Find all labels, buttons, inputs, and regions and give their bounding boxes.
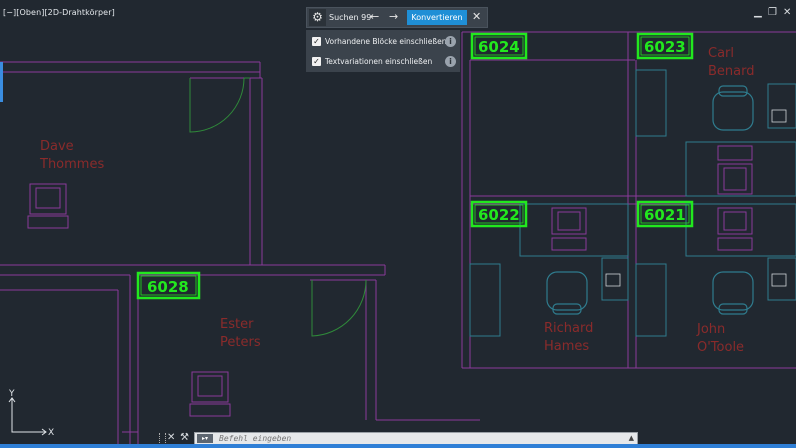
option-existing-blocks[interactable]: ✓ Vorhandene Blöcke einschließen i: [312, 35, 458, 49]
svg-text:6024: 6024: [478, 38, 520, 56]
chairs: [546, 85, 754, 315]
command-prompt-icon[interactable]: ▸▾: [197, 434, 213, 443]
toolbar-close-icon[interactable]: ✕: [472, 9, 481, 25]
checkbox-text-variations[interactable]: ✓: [312, 57, 321, 66]
search-result-label: Suchen 99: [329, 13, 372, 22]
room-tag-6024[interactable]: 6024: [470, 32, 528, 60]
next-arrow-icon[interactable]: →: [389, 10, 398, 24]
status-strip: [0, 444, 796, 448]
room-names: Dave Thommes Carl Benard Ester Peters Ri…: [39, 46, 755, 355]
option-label: Vorhandene Blöcke einschließen: [325, 37, 447, 46]
left-edge-marker: [0, 62, 3, 102]
name-dave-last: Thommes: [39, 157, 104, 172]
wrench-icon[interactable]: ⚒: [180, 431, 189, 445]
svg-text:6023: 6023: [644, 38, 686, 56]
room-tag-6028[interactable]: 6028: [136, 271, 201, 300]
name-carl: Carl: [708, 46, 734, 61]
svg-text:6022: 6022: [478, 206, 520, 224]
info-icon[interactable]: i: [445, 56, 456, 67]
name-john-last: O'Toole: [697, 340, 744, 355]
convert-button[interactable]: Konvertieren: [407, 10, 467, 25]
name-carl-last: Benard: [708, 64, 755, 79]
grip-handle-icon[interactable]: [159, 433, 166, 443]
ucs-y-label: Y: [8, 389, 15, 399]
close-icon[interactable]: ✕: [783, 6, 791, 20]
svg-text:6021: 6021: [644, 206, 686, 224]
room-tag-6022[interactable]: 6022: [470, 200, 528, 228]
room-tag-6023[interactable]: 6023: [636, 32, 694, 60]
find-replace-toolbar: ⚙ Suchen 99 ← → Konvertieren ✕: [306, 7, 488, 28]
restore-icon[interactable]: ❐: [768, 6, 777, 20]
checkbox-existing-blocks[interactable]: ✓: [312, 37, 321, 46]
option-text-variations[interactable]: ✓ Textvariationen einschließen i: [312, 55, 458, 69]
options-panel: ✓ Vorhandene Blöcke einschließen i ✓ Tex…: [306, 30, 460, 72]
gear-icon[interactable]: ⚙: [309, 9, 326, 26]
ucs-x-label: X: [48, 428, 54, 438]
command-input[interactable]: [219, 433, 619, 444]
command-close-icon[interactable]: ✕: [167, 431, 175, 445]
minimize-icon[interactable]: ▁: [754, 6, 762, 20]
viewport-label[interactable]: [−][Oben][2D-Drahtkörper]: [3, 8, 115, 17]
name-john: John: [696, 322, 725, 337]
name-richard-last: Hames: [544, 339, 589, 354]
room-tag-6021[interactable]: 6021: [636, 200, 694, 228]
name-richard: Richard: [544, 321, 593, 336]
name-dave: Dave: [40, 139, 74, 154]
name-ester-last: Peters: [220, 335, 261, 350]
computers: [27, 145, 753, 417]
svg-text:6028: 6028: [147, 278, 189, 296]
walls: [0, 31, 796, 448]
phones: [605, 109, 787, 287]
prev-arrow-icon[interactable]: ←: [370, 10, 379, 24]
ucs-icon: [8, 397, 47, 436]
option-label: Textvariationen einschließen: [325, 57, 433, 66]
command-line: ✕ ⚒ ▸▾ ▲: [158, 431, 638, 445]
history-up-icon[interactable]: ▲: [629, 433, 634, 444]
doors: [189, 77, 367, 337]
info-icon[interactable]: i: [445, 36, 456, 47]
name-ester: Ester: [220, 317, 254, 332]
